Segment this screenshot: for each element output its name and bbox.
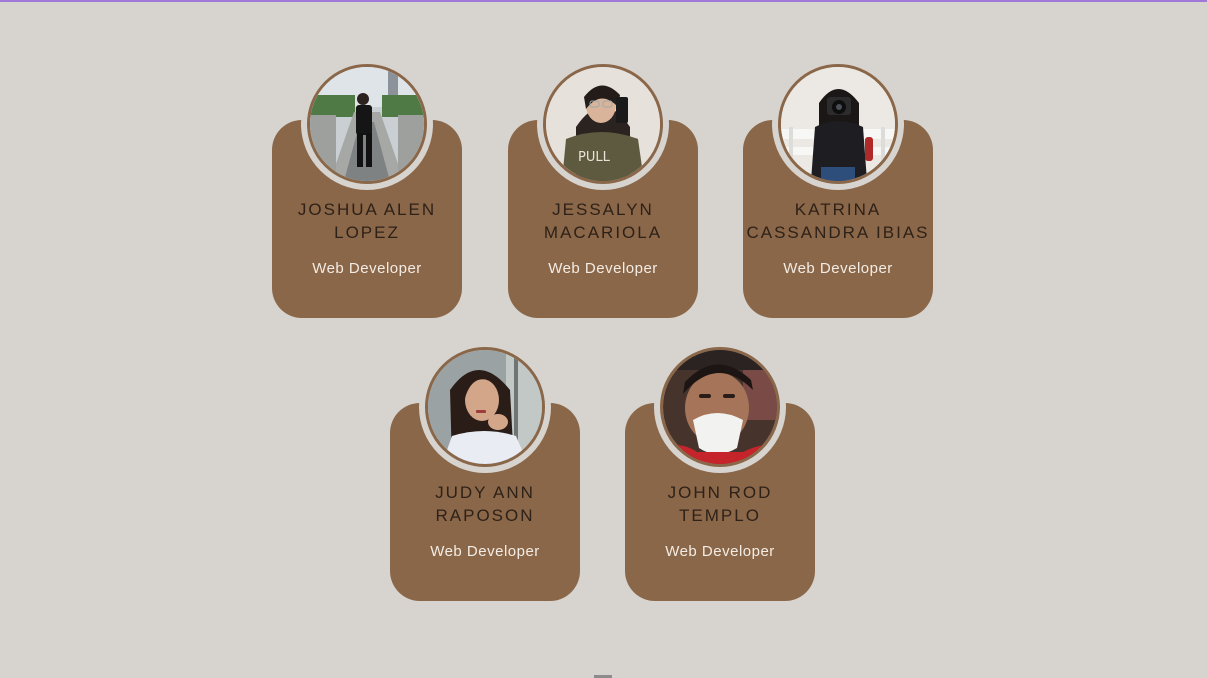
member-name-line-2: TEMPLO — [679, 506, 761, 525]
member-name-line-2: CASSANDRA IBIAS — [746, 223, 930, 242]
team-card-5: JOHN ROD TEMPLO Web Developer — [625, 341, 815, 601]
person-photo-icon — [428, 350, 542, 464]
member-role: Web Developer — [312, 260, 422, 277]
avatar — [425, 347, 545, 467]
avatar-frame — [654, 341, 786, 473]
person-photo-icon: PULL — [546, 67, 660, 181]
member-name-line-1: JOSHUA ALEN — [297, 200, 437, 219]
avatar-frame — [301, 58, 433, 190]
avatar-frame — [772, 58, 904, 190]
member-name-line-1: JESSALYN — [552, 200, 654, 219]
team-card-1: JOSHUA ALEN LOPEZ Web Developer — [272, 58, 462, 318]
team-card-3: KATRINA CASSANDRA IBIAS Web Developer — [743, 58, 933, 318]
member-name: JOHN ROD TEMPLO — [625, 481, 815, 527]
member-name: JESSALYN MACARIOLA — [508, 198, 698, 244]
svg-text:PULL: PULL — [578, 150, 611, 165]
member-name-line-1: JOHN ROD — [667, 483, 773, 502]
person-photo-icon — [310, 67, 424, 181]
member-role: Web Developer — [783, 260, 893, 277]
avatar — [307, 64, 427, 184]
member-role: Web Developer — [430, 543, 540, 560]
member-name: KATRINA CASSANDRA IBIAS — [743, 198, 933, 244]
avatar-frame — [419, 341, 551, 473]
person-photo-icon — [781, 67, 895, 181]
avatar — [778, 64, 898, 184]
person-photo-icon — [663, 350, 777, 464]
avatar — [660, 347, 780, 467]
avatar-frame: PULL — [537, 58, 669, 190]
top-accent-line — [0, 0, 1207, 2]
member-name-line-1: JUDY ANN — [435, 483, 535, 502]
team-card-4: JUDY ANN RAPOSON Web Developer — [390, 341, 580, 601]
team-card-2: PULL JESSALYN MACARIOLA Web Developer — [508, 58, 698, 318]
member-name: JOSHUA ALEN LOPEZ — [272, 198, 462, 244]
member-role: Web Developer — [665, 543, 775, 560]
member-name-line-2: LOPEZ — [334, 223, 400, 242]
member-name: JUDY ANN RAPOSON — [390, 481, 580, 527]
member-name-line-2: RAPOSON — [435, 506, 535, 525]
member-role: Web Developer — [548, 260, 658, 277]
avatar: PULL — [543, 64, 663, 184]
member-name-line-1: KATRINA — [794, 200, 882, 219]
member-name-line-2: MACARIOLA — [543, 223, 663, 242]
